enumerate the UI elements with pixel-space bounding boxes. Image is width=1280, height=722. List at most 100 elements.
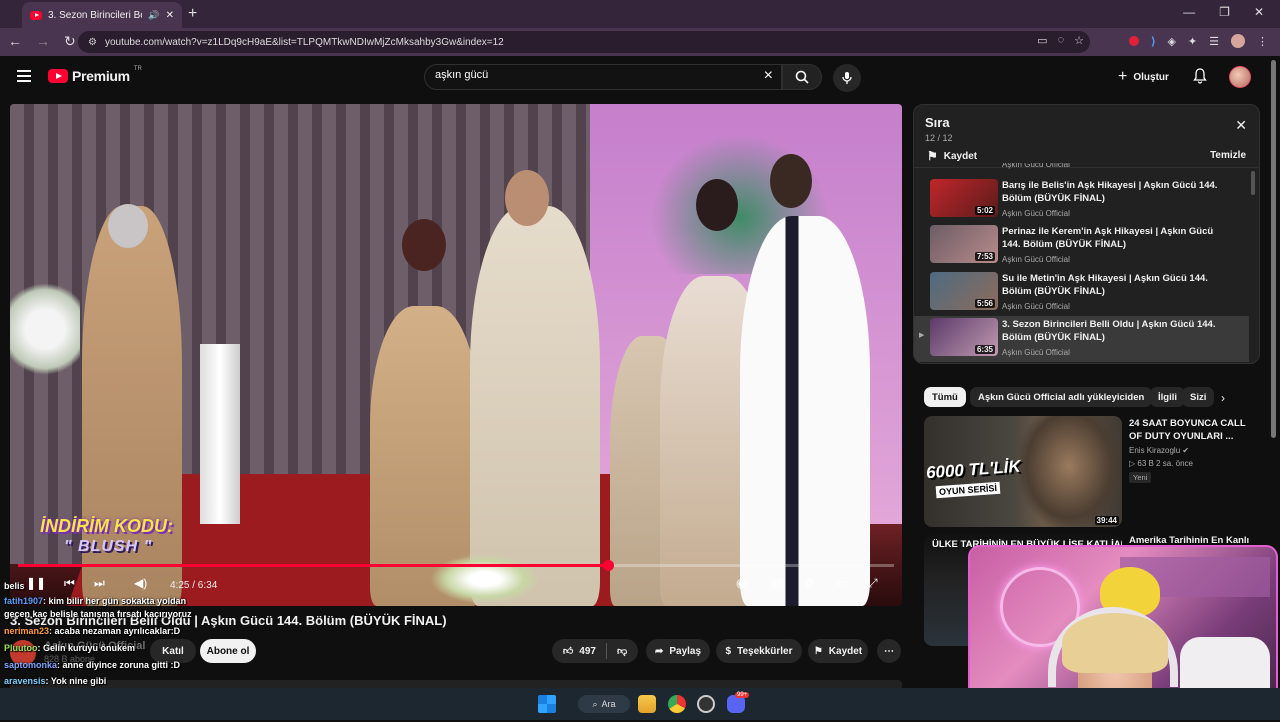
page-scrollbar[interactable] xyxy=(1271,60,1277,440)
new-tab-button[interactable]: + xyxy=(188,5,197,23)
notification-badge: 99+ xyxy=(735,692,750,698)
playlist-duration: 5:02 xyxy=(974,206,995,215)
file-explorer-icon[interactable] xyxy=(638,695,656,713)
previous-icon[interactable]: ⏮ xyxy=(64,576,75,591)
chat-username: aravensis xyxy=(4,676,46,686)
search-input[interactable]: aşkın gücü xyxy=(435,69,488,81)
bell-icon xyxy=(1193,68,1207,84)
more-actions-button[interactable]: ⋯ xyxy=(877,639,901,663)
progress-played xyxy=(18,564,609,567)
subscribe-button[interactable]: Abone ol xyxy=(200,639,256,663)
chat-message: Pluutoo: Gelin kuruyu önukem xyxy=(4,640,135,657)
extension-shield-icon[interactable]: ◈ xyxy=(1167,35,1175,48)
description-box[interactable] xyxy=(10,680,902,688)
save-button[interactable]: ⚑ Kaydet xyxy=(808,639,868,663)
restore-icon[interactable]: ❐ xyxy=(1219,5,1230,19)
reading-list-icon[interactable]: ☰ xyxy=(1209,35,1219,48)
bookmark-star-icon[interactable]: ☆ xyxy=(1074,34,1084,47)
save-label: Kaydet xyxy=(828,645,863,657)
rec-title[interactable]: 24 SAAT BOYUNCA CALL OF DUTY OYUNLARI ..… xyxy=(1129,417,1257,443)
cast-icon[interactable]: ▭ xyxy=(1037,34,1047,47)
rec-thumbnail[interactable]: 6000 TL'LİK OYUN SERİSİ 39:44 xyxy=(924,416,1122,527)
close-window-icon[interactable]: ✕ xyxy=(1254,5,1264,19)
dislike-icon[interactable]: 👎︎ xyxy=(617,645,627,657)
browser-menu-icon[interactable]: ⋮ xyxy=(1257,35,1268,48)
playlist-item[interactable]: 7:53 Perinaz ile Kerem'in Aşk Hikayesi |… xyxy=(914,223,1249,269)
hamburger-menu-icon[interactable] xyxy=(17,70,31,82)
chevron-right-icon[interactable]: › xyxy=(1221,391,1225,405)
thanks-button[interactable]: $ Teşekkürler xyxy=(716,639,802,663)
eye-off-icon[interactable]: ◌ xyxy=(1058,34,1065,47)
url-bar[interactable]: ⚙ youtube.com/watch?v=z1LDq9cH9aE&list=T… xyxy=(78,31,1090,53)
search-box[interactable]: aşkın gücü × xyxy=(424,64,782,90)
extension-icons: ⟩ ◈ ✦ ☰ ⋮ xyxy=(1129,34,1268,48)
rec-duration: 39:44 xyxy=(1094,516,1119,525)
obs-icon[interactable] xyxy=(697,695,715,713)
subtitles-icon[interactable]: ▤ xyxy=(772,576,783,590)
like-dislike-group: 👍︎ 497 👎︎ xyxy=(552,639,638,663)
tab-close-icon[interactable]: ✕ xyxy=(166,10,174,21)
playlist-item[interactable]: 5:02 Barış ile Belis'in Aşk Hikayesi | A… xyxy=(914,177,1249,223)
fullscreen-icon[interactable]: ⤢ xyxy=(868,576,878,591)
taskbar-search[interactable]: ⌕ Ara xyxy=(578,695,630,713)
extension-red-icon[interactable] xyxy=(1129,36,1140,46)
extensions-puzzle-icon[interactable]: ✦ xyxy=(1188,35,1197,48)
playlist-thumbnail: 7:53 xyxy=(930,225,998,263)
forward-icon[interactable]: → xyxy=(36,33,50,50)
youtube-premium-logo[interactable]: Premium TR xyxy=(48,66,142,84)
extension-blue-icon[interactable]: ⟩ xyxy=(1151,35,1155,48)
pause-icon[interactable]: ❚❚ xyxy=(26,576,46,590)
chrome-icon[interactable] xyxy=(668,695,686,713)
close-playlist-icon[interactable]: ✕ xyxy=(1235,117,1247,134)
filter-chip[interactable]: Sizi xyxy=(1182,387,1214,407)
site-info-icon[interactable]: ⚙ xyxy=(88,37,97,48)
like-icon[interactable]: 👍︎ xyxy=(563,645,573,657)
volume-icon[interactable]: ◀) xyxy=(134,576,147,590)
share-label: Paylaş xyxy=(669,645,702,657)
like-count[interactable]: 497 xyxy=(579,646,596,657)
rec-channel-name: Enis Kirazoglu xyxy=(1129,446,1181,455)
address-bar-row: ← → ↻ ⚙ youtube.com/watch?v=z1LDq9cH9aE&… xyxy=(0,28,1280,56)
man-white-suit-figure xyxy=(740,216,870,606)
filter-chip[interactable]: İlgili xyxy=(1150,387,1185,407)
playlist-duration: 7:53 xyxy=(974,252,995,261)
voice-search-button[interactable] xyxy=(833,64,861,92)
profile-avatar-icon[interactable] xyxy=(1231,34,1245,48)
playlist-item[interactable]: ▶ 6:35 3. Sezon Birincileri Belli Oldu |… xyxy=(914,316,1249,362)
man-white-head xyxy=(770,154,812,208)
notifications-button[interactable] xyxy=(1193,68,1207,89)
playlist-item-channel: Aşkın Gücü Official xyxy=(1002,302,1070,311)
logo-country: TR xyxy=(133,66,142,72)
account-avatar[interactable] xyxy=(1229,66,1251,88)
settings-gear-icon[interactable]: ⚙ xyxy=(804,576,815,590)
next-icon[interactable]: ⏭ xyxy=(94,576,105,591)
windows-start-icon[interactable] xyxy=(538,695,556,713)
create-button[interactable]: + Oluştur xyxy=(1118,68,1169,86)
playlist-scrollbar[interactable] xyxy=(1251,171,1255,195)
video-player[interactable]: İNDİRİM KODU: " BLUSH " ❚❚ ⏮ ⏭ ◀) 4:25 /… xyxy=(10,104,902,606)
playlist-save-button[interactable]: ⚑ Kaydet xyxy=(927,149,977,163)
playlist-clear-button[interactable]: Temizle xyxy=(1210,150,1246,161)
tab-title: 3. Sezon Birincileri Belli Old xyxy=(48,9,142,21)
search-button[interactable] xyxy=(782,64,822,90)
back-icon[interactable]: ← xyxy=(8,33,22,50)
minimize-icon[interactable]: — xyxy=(1183,5,1195,19)
speaker-icon[interactable]: 🔊 xyxy=(148,10,159,21)
autoplay-toggle-icon[interactable]: ◉ xyxy=(736,576,746,590)
clear-search-icon[interactable]: × xyxy=(764,67,773,85)
create-label: Oluştur xyxy=(1133,71,1169,83)
scrollbar-thumb[interactable] xyxy=(1271,60,1276,438)
playlist-item[interactable]: 5:56 Su ile Metin'in Aşk Hikayesi | Aşkı… xyxy=(914,270,1249,316)
taskbar-search-label: Ara xyxy=(601,699,616,709)
browser-tab[interactable]: 3. Sezon Birincileri Belli Old 🔊 ✕ xyxy=(22,2,182,28)
theater-mode-icon[interactable]: ▭ xyxy=(836,576,847,590)
playlist-item-title: Su ile Metin'in Aşk Hikayesi | Aşkın Güc… xyxy=(1002,273,1208,297)
share-button[interactable]: ➦ Paylaş xyxy=(646,639,710,663)
filter-chips: Tümü Aşkın Gücü Official adlı yükleyicide… xyxy=(924,387,1214,409)
reload-icon[interactable]: ↻ xyxy=(64,33,76,50)
bookmark-icon: ⚑ xyxy=(927,149,938,163)
filter-chip[interactable]: Aşkın Gücü Official adlı yükleyiciden xyxy=(970,387,1153,407)
progress-bar[interactable] xyxy=(18,560,894,571)
filter-chip[interactable]: Tümü xyxy=(924,387,966,407)
rec-channel[interactable]: Enis Kirazoglu ✔ xyxy=(1129,446,1189,455)
